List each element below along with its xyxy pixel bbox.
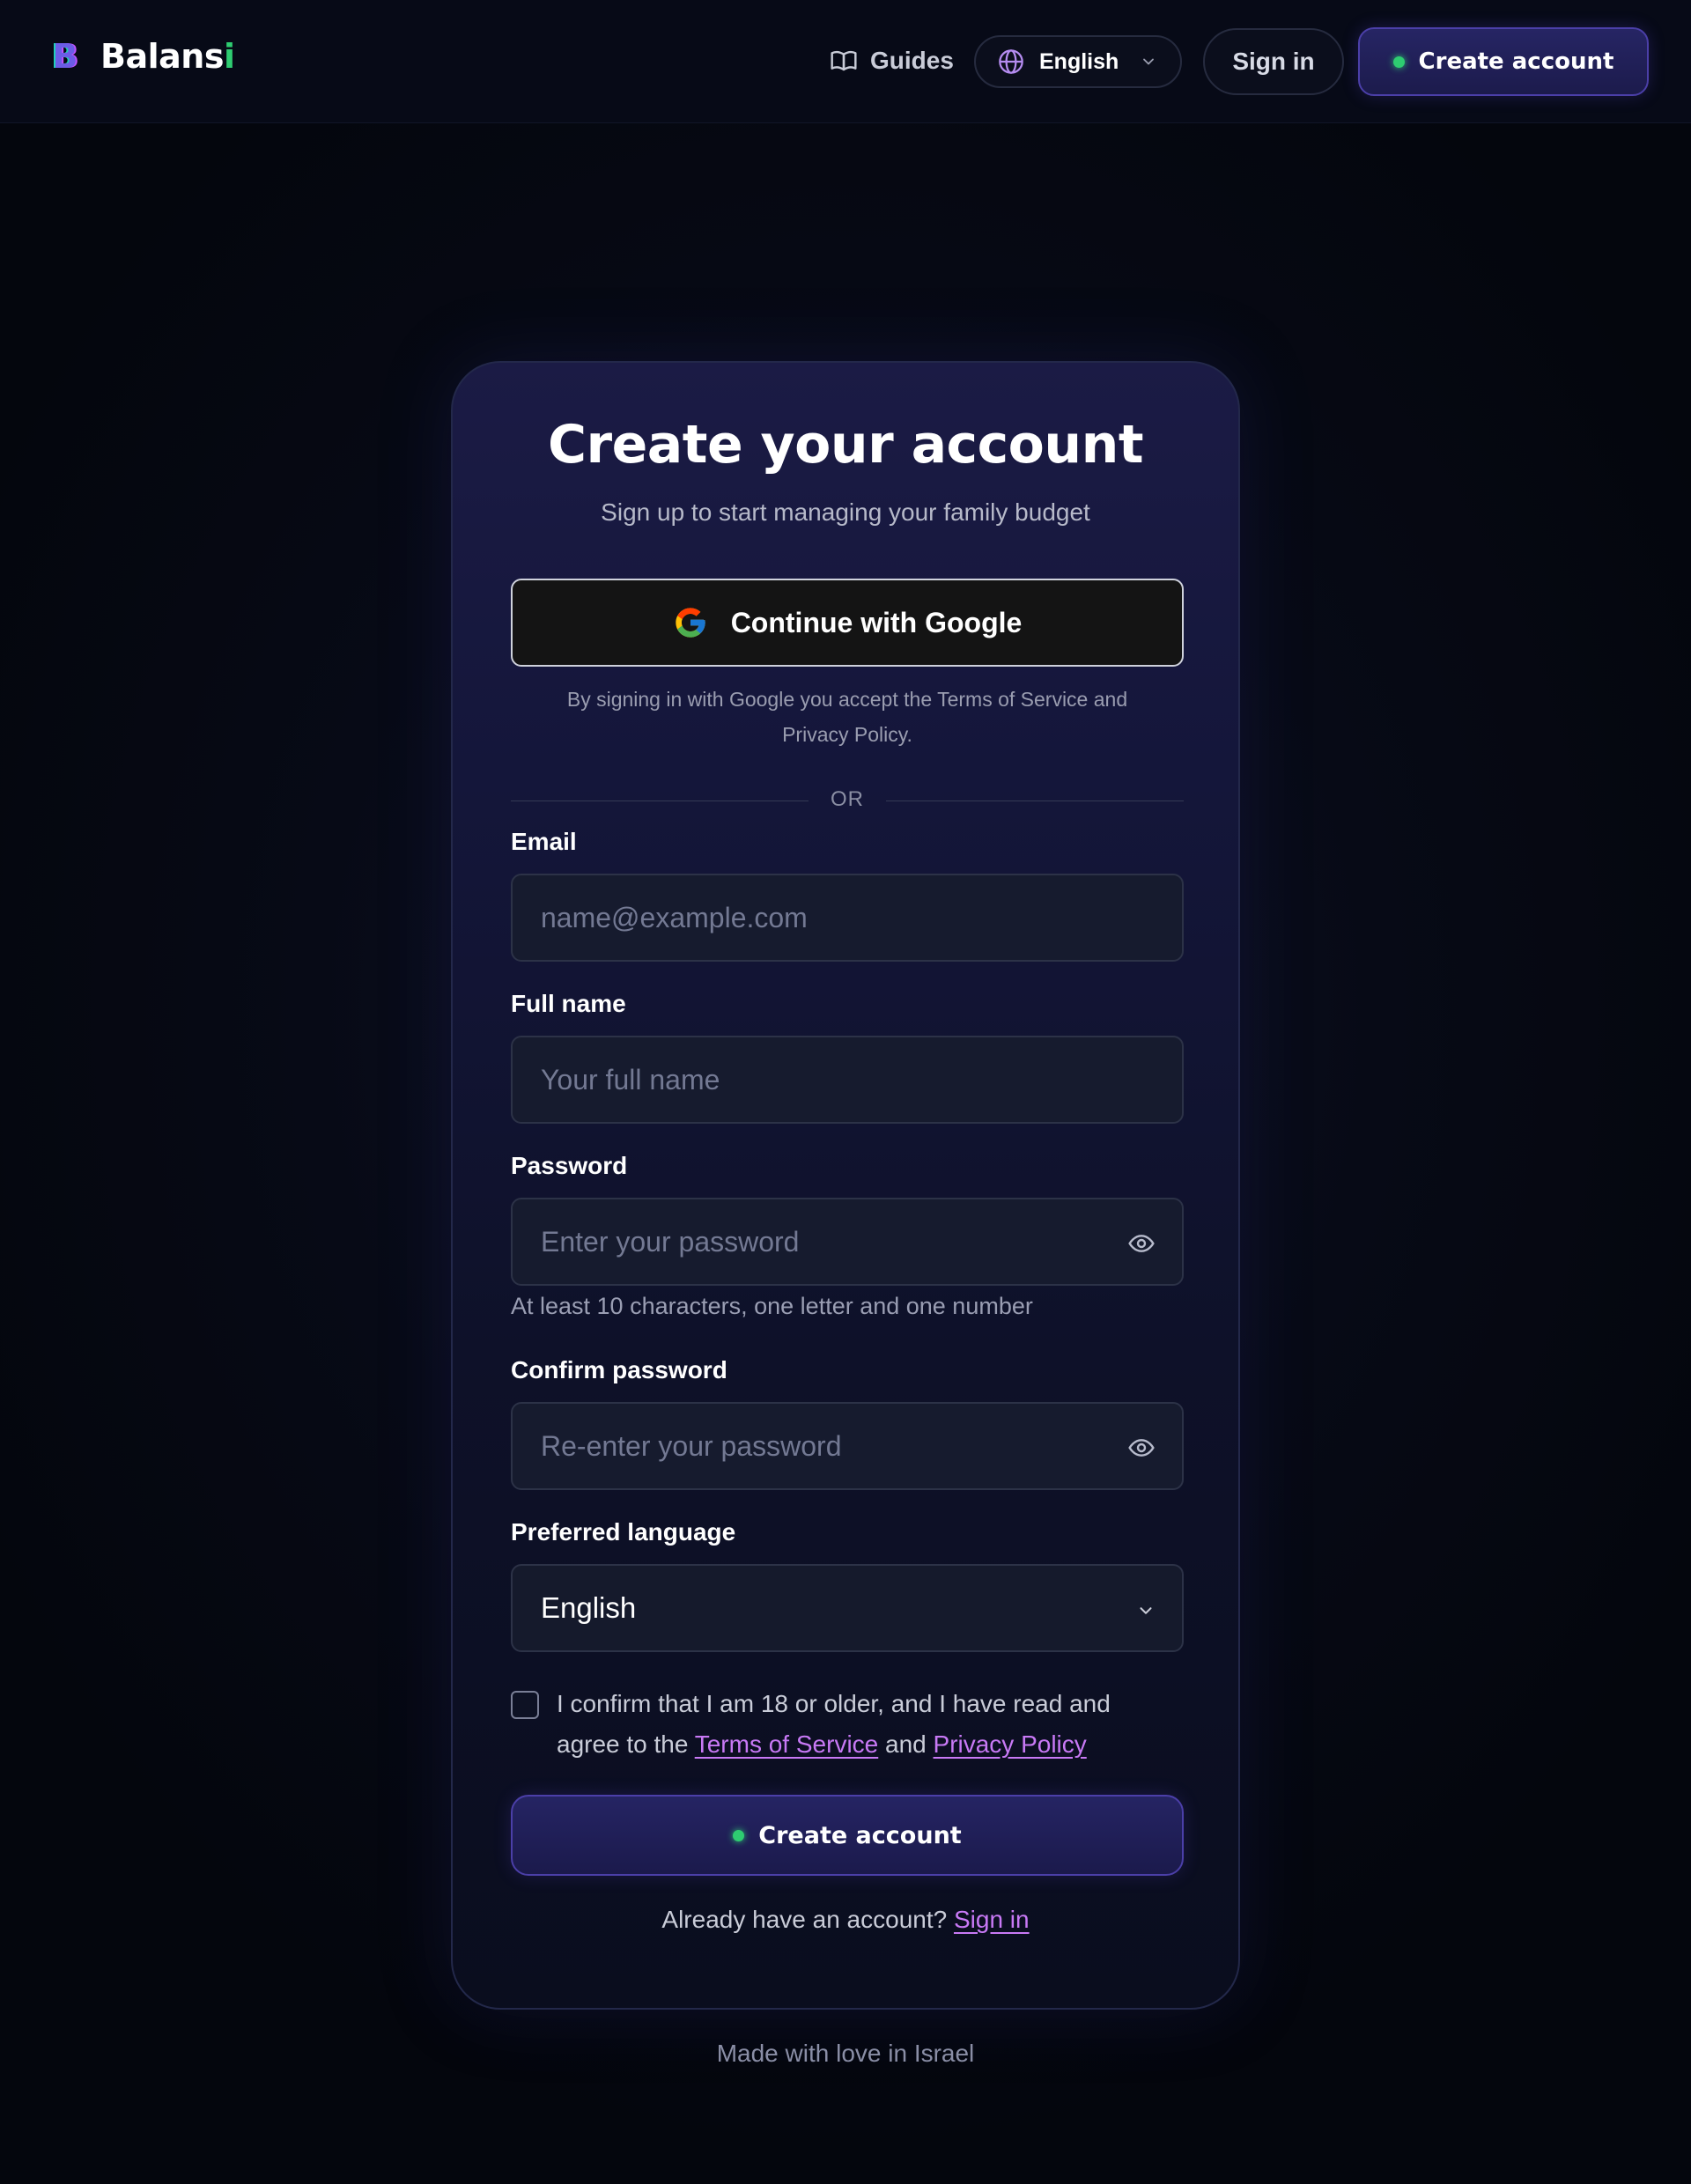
preferred-language-value: English bbox=[541, 1591, 637, 1624]
email-field-wrapper bbox=[511, 874, 1184, 962]
full-name-input[interactable] bbox=[513, 1037, 1182, 1122]
consent-row: I confirm that I am 18 or older, and I h… bbox=[511, 1684, 1184, 1772]
already-have-account: Already have an account? Sign in bbox=[453, 1906, 1238, 1934]
full-name-label: Full name bbox=[511, 990, 626, 1017]
book-icon bbox=[831, 50, 857, 71]
full-name-field-wrapper bbox=[511, 1036, 1184, 1124]
sign-in-link[interactable]: Sign in bbox=[954, 1906, 1030, 1933]
brand-name: Balansi bbox=[100, 37, 235, 76]
confirm-password-input[interactable] bbox=[513, 1404, 1182, 1488]
status-dot-icon bbox=[1392, 55, 1405, 68]
preferred-language-label: Preferred language bbox=[511, 1518, 736, 1546]
create-account-submit-label: Create account bbox=[758, 1821, 962, 1849]
consent-checkbox[interactable] bbox=[511, 1691, 539, 1719]
privacy-policy-link[interactable]: Privacy Policy bbox=[934, 1730, 1087, 1758]
status-dot-icon bbox=[733, 1829, 745, 1841]
chevron-down-icon bbox=[1143, 58, 1155, 65]
consent-text-part-2: and bbox=[878, 1730, 934, 1758]
google-icon bbox=[676, 608, 705, 638]
header-create-account-label: Create account bbox=[1418, 48, 1614, 75]
eye-icon[interactable] bbox=[1127, 1434, 1156, 1462]
chevron-down-icon bbox=[1140, 1607, 1152, 1614]
guides-link[interactable]: Guides bbox=[830, 41, 954, 81]
brand[interactable]: B Balansi bbox=[49, 32, 235, 81]
page-subtitle: Sign up to start managing your family bu… bbox=[601, 498, 1090, 526]
consent-text: I confirm that I am 18 or older, and I h… bbox=[557, 1684, 1173, 1765]
google-signin-button[interactable]: Continue with Google bbox=[511, 579, 1184, 667]
terms-of-service-link[interactable]: Terms of Service bbox=[695, 1730, 879, 1758]
eye-icon[interactable] bbox=[1127, 1229, 1156, 1258]
page-title: Create your account bbox=[547, 414, 1144, 476]
brand-name-main: Balans bbox=[100, 37, 224, 76]
email-input[interactable] bbox=[513, 875, 1182, 960]
globe-icon bbox=[999, 49, 1023, 74]
email-label: Email bbox=[511, 828, 577, 855]
guides-label: Guides bbox=[870, 47, 954, 74]
confirm-password-label: Confirm password bbox=[511, 1356, 727, 1383]
confirm-password-field-wrapper bbox=[511, 1402, 1184, 1490]
preferred-language-select[interactable]: English bbox=[511, 1564, 1184, 1652]
create-account-submit-button[interactable]: Create account bbox=[511, 1795, 1184, 1876]
header-sign-in-button[interactable]: Sign in bbox=[1203, 28, 1344, 95]
signup-card: Create your account Sign up to start man… bbox=[451, 361, 1240, 2010]
password-input[interactable] bbox=[513, 1199, 1182, 1284]
google-terms-note: By signing in with Google you accept the… bbox=[566, 688, 1128, 746]
divider-or-text: OR bbox=[831, 787, 864, 811]
password-field-wrapper bbox=[511, 1198, 1184, 1286]
footer-text: Made with love in Israel bbox=[716, 2040, 975, 2067]
language-selector-label: English bbox=[1039, 48, 1119, 74]
password-label: Password bbox=[511, 1152, 628, 1179]
language-selector[interactable]: English bbox=[974, 35, 1182, 88]
brand-name-accent: i bbox=[223, 37, 235, 76]
brand-logo-icon: B bbox=[52, 37, 78, 76]
password-hint: At least 10 characters, one letter and o… bbox=[511, 1293, 1033, 1319]
top-navbar: B Balansi Guides English Sign in Create … bbox=[0, 0, 1691, 123]
already-have-account-text: Already have an account? bbox=[661, 1906, 954, 1933]
google-signin-label: Continue with Google bbox=[730, 606, 1023, 638]
header-create-account-button[interactable]: Create account bbox=[1358, 27, 1649, 96]
or-divider: OR bbox=[511, 787, 1184, 814]
